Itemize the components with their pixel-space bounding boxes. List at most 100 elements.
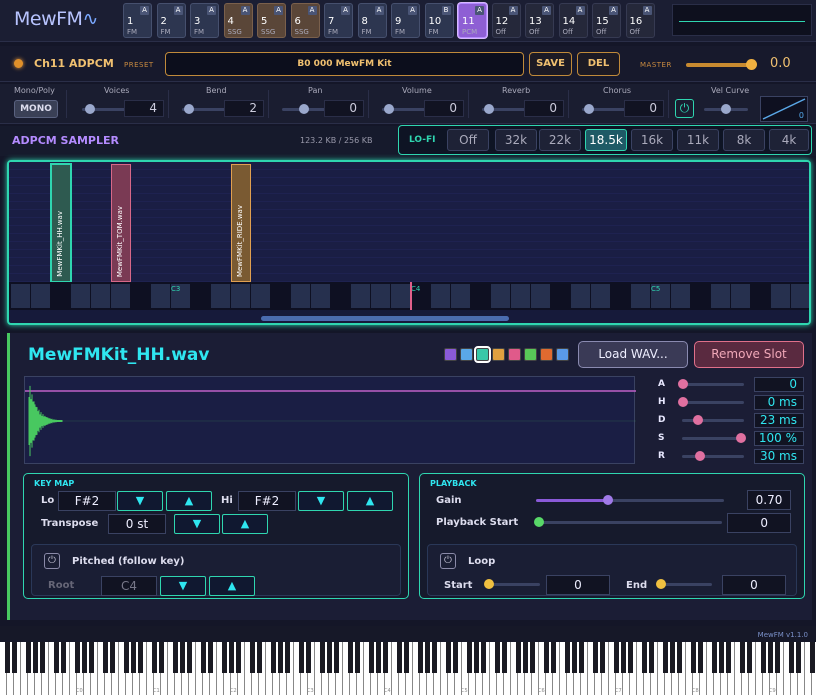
piano-black-key[interactable] — [453, 642, 458, 673]
chorus-knob[interactable] — [583, 104, 594, 114]
piano-black-key[interactable] — [761, 642, 766, 673]
hi-down-button[interactable]: ▼ — [298, 491, 344, 511]
piano-black-key[interactable] — [446, 642, 451, 673]
piano-black-key[interactable] — [54, 642, 59, 673]
color-swatch[interactable] — [556, 348, 569, 361]
lofi-Off-button[interactable]: Off — [447, 129, 489, 151]
bend-slider[interactable] — [182, 104, 226, 114]
adsr-knob[interactable] — [736, 433, 746, 443]
adsr-knob[interactable] — [695, 451, 706, 461]
color-swatch[interactable] — [540, 348, 553, 361]
piano-black-key[interactable] — [348, 642, 353, 673]
piano-black-key[interactable] — [369, 642, 374, 673]
pan-slider[interactable] — [282, 104, 326, 114]
adsr-d-value[interactable]: 23 ms — [754, 413, 804, 428]
channel-button-14[interactable]: A 14 Off — [558, 3, 588, 38]
adsr-s-slider[interactable] — [682, 433, 746, 443]
lo-up-button[interactable]: ▲ — [166, 491, 212, 511]
piano-black-key[interactable] — [229, 642, 234, 673]
gain-value[interactable]: 0.70 — [747, 490, 791, 510]
channel-button-8[interactable]: A 8 FM — [357, 3, 387, 38]
piano-black-key[interactable] — [285, 642, 290, 673]
transpose-up-button[interactable]: ▲ — [222, 514, 268, 534]
reverb-slider[interactable] — [482, 104, 526, 114]
adsr-h-value[interactable]: 0 ms — [754, 395, 804, 410]
lofi-11k-button[interactable]: 11k — [677, 129, 719, 151]
piano-black-key[interactable] — [628, 642, 633, 673]
load-wav-button[interactable]: Load WAV... — [578, 341, 688, 368]
piano-black-key[interactable] — [775, 642, 780, 673]
lofi-18.5k-button[interactable]: 18.5k — [585, 129, 627, 151]
piano-black-key[interactable] — [404, 642, 409, 673]
lo-value[interactable]: F#2 — [58, 491, 116, 511]
piano-black-key[interactable] — [334, 642, 339, 673]
channel-button-2[interactable]: A 2 FM — [156, 3, 186, 38]
root-up-button[interactable]: ▲ — [209, 576, 255, 596]
channel-button-13[interactable]: A 13 Off — [525, 3, 554, 38]
loop-power-icon[interactable]: ⏻ — [440, 553, 456, 569]
piano-black-key[interactable] — [159, 642, 164, 673]
piano-keyboard[interactable]: C0 C1 C2 C3 C4 C5 C6 C7 C8 C9 — [0, 642, 816, 695]
channel-button-10[interactable]: B 10 FM — [424, 3, 454, 38]
piano-black-key[interactable] — [614, 642, 619, 673]
lofi-32k-button[interactable]: 32k — [495, 129, 537, 151]
piano-black-key[interactable] — [810, 642, 815, 673]
piano-black-key[interactable] — [320, 642, 325, 673]
piano-black-key[interactable] — [663, 642, 668, 673]
piano-black-key[interactable] — [103, 642, 108, 673]
color-swatch[interactable] — [492, 348, 505, 361]
piano-black-key[interactable] — [376, 642, 381, 673]
lofi-4k-button[interactable]: 4k — [769, 129, 809, 151]
channel-button-7[interactable]: A 7 FM — [324, 3, 353, 38]
gain-knob[interactable] — [603, 495, 614, 505]
lofi-16k-button[interactable]: 16k — [631, 129, 673, 151]
piano-black-key[interactable] — [75, 642, 80, 673]
piano-black-key[interactable] — [271, 642, 276, 673]
loop-start-slider[interactable] — [484, 579, 540, 589]
channel-button-12[interactable]: A 12 Off — [491, 3, 521, 38]
transpose-down-button[interactable]: ▼ — [174, 514, 220, 534]
piano-black-key[interactable] — [33, 642, 38, 673]
piano-black-key[interactable] — [110, 642, 115, 673]
playback-start-slider[interactable] — [534, 517, 722, 527]
gain-slider[interactable] — [536, 495, 724, 505]
piano-black-key[interactable] — [621, 642, 626, 673]
color-swatch[interactable] — [524, 348, 537, 361]
volume-slider[interactable] — [382, 104, 426, 114]
pitched-power-icon[interactable]: ⏻ — [44, 553, 60, 569]
channel-button-5[interactable]: A 5 SSG — [257, 3, 286, 38]
chorus-value[interactable]: 0 — [624, 100, 664, 117]
piano-black-key[interactable] — [726, 642, 731, 673]
channel-button-9[interactable]: A 9 FM — [391, 3, 420, 38]
piano-black-key[interactable] — [677, 642, 682, 673]
adsr-d-slider[interactable] — [682, 415, 744, 425]
loop-start-value[interactable]: 0 — [546, 575, 610, 595]
piano-black-key[interactable] — [40, 642, 45, 673]
volume-value[interactable]: 0 — [424, 100, 464, 117]
adsr-knob[interactable] — [678, 379, 688, 389]
adsr-a-slider[interactable] — [678, 379, 744, 389]
piano-black-key[interactable] — [593, 642, 598, 673]
piano-black-key[interactable] — [789, 642, 794, 673]
piano-black-key[interactable] — [82, 642, 87, 673]
color-swatch[interactable] — [508, 348, 521, 361]
piano-black-key[interactable] — [278, 642, 283, 673]
adsr-knob[interactable] — [692, 415, 703, 425]
channel-button-6[interactable]: A 6 SSG — [290, 3, 320, 38]
remove-slot-button[interactable]: Remove Slot — [694, 341, 804, 368]
pan-knob[interactable] — [299, 104, 309, 114]
adsr-r-slider[interactable] — [682, 451, 744, 461]
piano-black-key[interactable] — [481, 642, 486, 673]
piano-black-key[interactable] — [418, 642, 423, 673]
voices-knob[interactable] — [85, 104, 96, 114]
voices-value[interactable]: 4 — [124, 100, 164, 117]
piano-black-key[interactable] — [5, 642, 10, 673]
power-icon[interactable]: ⏻ — [675, 99, 694, 118]
delete-button[interactable]: DEL — [577, 52, 620, 76]
piano-black-key[interactable] — [551, 642, 556, 673]
piano-black-key[interactable] — [138, 642, 143, 673]
transpose-value[interactable]: 0 st — [108, 514, 166, 534]
root-down-button[interactable]: ▼ — [160, 576, 206, 596]
pan-value[interactable]: 0 — [324, 100, 364, 117]
piano-black-key[interactable] — [495, 642, 500, 673]
